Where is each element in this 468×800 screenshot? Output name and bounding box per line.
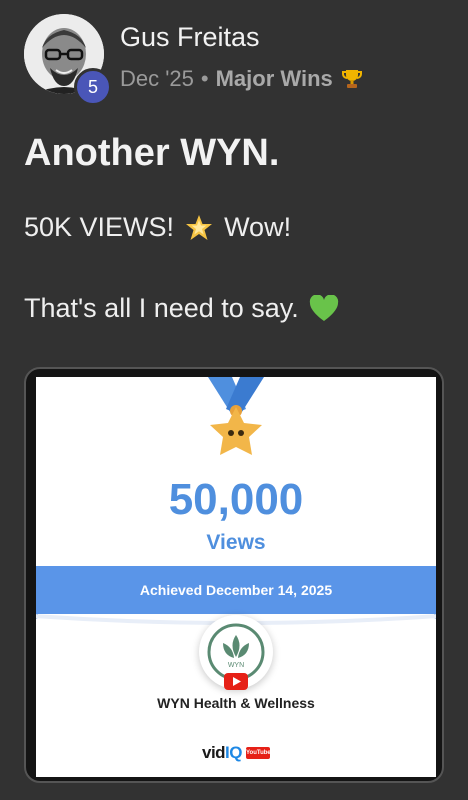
medal-icon	[208, 377, 264, 455]
author-name[interactable]: Gus Freitas	[120, 22, 260, 53]
vidiq-branding: vidIQ YouTube	[36, 743, 436, 763]
post-date: Dec '25	[120, 66, 194, 91]
green-heart-icon	[309, 294, 338, 321]
post-header: 5 Gus Freitas Dec '25 • Major Wins	[24, 14, 444, 106]
achieved-date: Achieved December 14, 2025	[139, 582, 333, 598]
vidiq-logo: vidIQ	[201, 743, 243, 762]
body-text-views: 50K VIEWS!	[24, 212, 175, 242]
post-title: Another WYN.	[24, 132, 280, 174]
body-text-wow: Wow!	[224, 212, 292, 242]
post-body-line-2: That's all I need to say.	[24, 293, 339, 324]
svg-text:WYN: WYN	[228, 662, 244, 669]
youtube-certified-icon: YouTube	[246, 747, 271, 759]
views-count: 50,000	[168, 475, 304, 524]
channel-name: WYN Health & Wellness	[157, 695, 315, 711]
body-text-line2: That's all I need to say.	[24, 293, 299, 323]
post-meta: Dec '25 • Major Wins	[120, 66, 364, 92]
achievement-card[interactable]: 50,000 Views Achieved December 14, 2025 …	[24, 367, 444, 783]
trophy-icon	[341, 70, 362, 88]
achievement-card-image: 50,000 Views Achieved December 14, 2025 …	[36, 377, 436, 777]
sparkle-star-icon	[186, 214, 213, 240]
meta-separator: •	[200, 66, 209, 91]
post-body-line-1: 50K VIEWS! Wow!	[24, 212, 291, 243]
category-link[interactable]: Major Wins	[216, 66, 333, 92]
youtube-icon	[224, 673, 248, 690]
views-label: Views	[206, 531, 266, 554]
level-badge: 5	[74, 68, 112, 106]
